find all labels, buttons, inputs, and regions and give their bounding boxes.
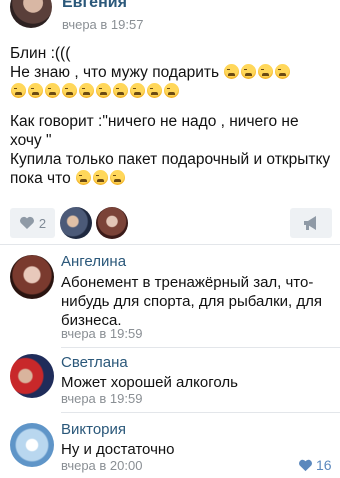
post-line-4: Купила только пакет подарочный и открытк…	[10, 151, 331, 187]
megaphone-icon	[304, 216, 316, 230]
weary-face-icon	[96, 83, 111, 98]
comment: Виктория Ну и достаточно вчера в 20:00 1…	[0, 415, 340, 478]
liker-avatar[interactable]	[60, 207, 92, 239]
share-button[interactable]	[290, 208, 332, 238]
post-header: Евгения вчера в 19:57	[0, 0, 340, 40]
weary-face-icon	[275, 64, 291, 79]
comment-timestamp[interactable]: вчера в 20:00	[61, 458, 142, 473]
commenter-name[interactable]: Виктория	[61, 421, 126, 438]
weary-face-icon	[28, 83, 43, 98]
weary-face-icon	[258, 64, 274, 79]
author-avatar[interactable]	[10, 0, 52, 28]
post-timestamp[interactable]: вчера в 19:57	[62, 17, 143, 32]
commenter-avatar[interactable]	[10, 423, 54, 467]
commenter-avatar[interactable]	[10, 354, 54, 398]
liker-avatar[interactable]	[96, 207, 128, 239]
weary-face-icon	[224, 64, 240, 79]
comment-divider	[61, 412, 340, 413]
post-actions: 2	[0, 202, 340, 242]
weary-face-icon	[113, 83, 128, 98]
weary-face-icon	[147, 83, 162, 98]
post-line-1: Блин :(((	[10, 45, 71, 62]
weary-face-icon	[130, 83, 145, 98]
comment: Ангелина Абонемент в тренажёрный зал, чт…	[0, 245, 340, 348]
comment-text: Может хорошей алкоголь	[61, 374, 238, 391]
commenter-name[interactable]: Светлана	[61, 354, 128, 371]
post-line-2: Не знаю , что мужу подарить	[10, 63, 332, 101]
post-text: Блин :((( Не знаю , что мужу подарить Ка…	[10, 44, 332, 188]
comment: Светлана Может хорошей алкоголь вчера в …	[0, 348, 340, 414]
comment-like-button[interactable]: 16	[298, 457, 332, 473]
comment-like-count: 16	[316, 457, 332, 473]
weary-face-icon	[110, 170, 125, 185]
weary-face-icon	[76, 170, 91, 185]
comment-text: Абонемент в тренажёрный зал, что-нибудь …	[61, 274, 322, 329]
author-name[interactable]: Евгения	[62, 0, 127, 12]
weary-face-icon	[45, 83, 60, 98]
comment-text: Ну и достаточно	[61, 441, 175, 458]
commenter-name[interactable]: Ангелина	[61, 253, 126, 270]
heart-icon	[19, 216, 34, 229]
comment-timestamp[interactable]: вчера в 19:59	[61, 391, 142, 406]
weary-face-icon	[79, 83, 94, 98]
comment-timestamp[interactable]: вчера в 19:59	[61, 326, 142, 341]
weary-face-icon	[164, 83, 179, 98]
weary-face-icon	[93, 170, 108, 185]
weary-face-icon	[11, 83, 26, 98]
weary-face-icon	[241, 64, 257, 79]
weary-face-icon	[62, 83, 77, 98]
commenter-avatar[interactable]	[10, 255, 54, 299]
like-count: 2	[38, 215, 47, 231]
post-line-3: Как говорит :"ничего не надо , ничего не…	[10, 113, 299, 149]
heart-icon	[299, 459, 312, 471]
like-button[interactable]: 2	[10, 208, 55, 238]
